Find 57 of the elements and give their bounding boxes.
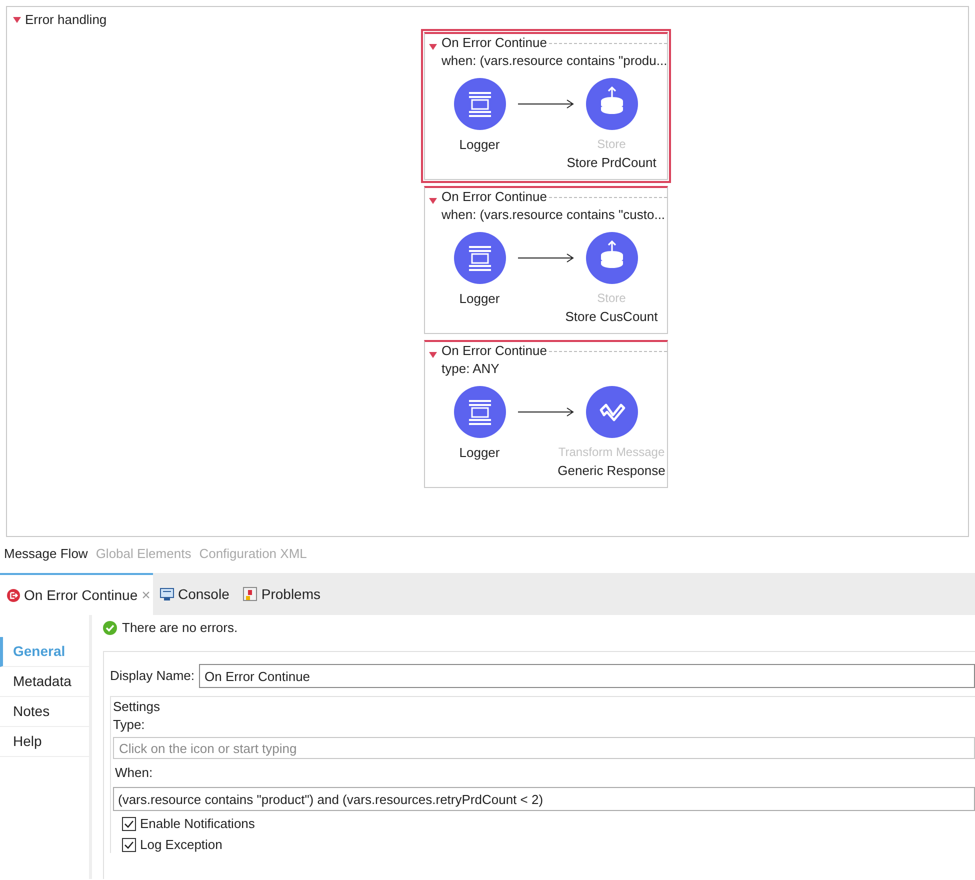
log-lines-icon — [454, 386, 506, 438]
scope-title: On Error Continue — [442, 342, 547, 360]
side-tab[interactable]: Help — [0, 727, 89, 757]
scope-condition: when: (vars.resource contains "custo... — [442, 206, 666, 224]
log-lines-icon — [454, 232, 506, 284]
flow-arrow — [518, 99, 574, 109]
view-tab[interactable]: On Error Continue × — [0, 573, 153, 615]
collapse-triangle-icon[interactable] — [428, 44, 436, 50]
step-label: Logger — [459, 290, 500, 307]
scope-title: On Error Continue — [442, 34, 547, 52]
collapse-triangle-icon[interactable] — [428, 198, 436, 204]
scope-frame[interactable]: On Error Continue type: ANY Logger Transform Message Generic Response — [420, 337, 670, 491]
database-icon — [586, 78, 638, 130]
side-tab[interactable]: Notes — [0, 697, 89, 727]
scope-frame[interactable]: On Error Continue when: (vars.resource contains "produ... Logger Store Store PrdCount — [420, 29, 670, 183]
field-label: Display Name: — [110, 668, 195, 684]
side-tab[interactable]: Metadata — [0, 667, 89, 697]
flow-arrow — [518, 407, 574, 417]
step-type: Store — [597, 290, 626, 306]
type-field[interactable]: Click on the icon or start typing — [113, 737, 975, 759]
checkbox-label: Log Exception — [140, 837, 222, 853]
field-label: Type: — [113, 717, 146, 733]
step-type: Store — [597, 136, 626, 152]
checkbox-label: Enable Notifications — [140, 816, 255, 832]
section-title: Error handling — [25, 11, 107, 30]
collapse-triangle-icon[interactable] — [428, 352, 436, 358]
scope-frame[interactable]: On Error Continue when: (vars.resource contains "custo... Logger Store Store CusCount — [420, 183, 670, 337]
log-lines-icon — [454, 78, 506, 130]
step-label: Generic Response — [558, 462, 666, 479]
view-tab[interactable]: Problems — [236, 573, 328, 615]
editor-tab[interactable]: Message Flow — [4, 544, 88, 564]
flow-arrow — [518, 253, 574, 263]
step-label: Store CusCount — [565, 308, 658, 325]
scope-title: On Error Continue — [442, 188, 547, 206]
checkmark-icon — [124, 841, 134, 849]
scope-condition: type: ANY — [442, 360, 500, 378]
view-tab[interactable]: Console — [153, 573, 236, 615]
group-title: Settings — [111, 699, 162, 715]
step-type: Transform Message — [558, 444, 665, 460]
problems-icon — [243, 587, 258, 601]
transform-icon — [586, 386, 638, 438]
step-label: Logger — [459, 136, 500, 153]
display-name-field[interactable]: On Error Continue — [198, 664, 975, 688]
database-icon — [586, 232, 638, 284]
error-exit-icon — [7, 588, 20, 602]
field-label: When: — [114, 765, 154, 781]
when-field[interactable]: (vars.resource contains "product") and (vars.resources.retryPrdCount < 2) — [113, 787, 975, 811]
checkmark-icon — [124, 820, 134, 828]
step-label: Logger — [459, 444, 500, 461]
step-label: Store PrdCount — [566, 154, 656, 171]
checkbox[interactable] — [122, 817, 136, 831]
checkbox[interactable] — [122, 838, 136, 852]
status-message: There are no errors. — [122, 620, 238, 636]
scope-condition: when: (vars.resource contains "produ... — [442, 52, 666, 70]
success-check-icon — [103, 621, 117, 635]
collapse-triangle-icon[interactable] — [13, 17, 21, 23]
monitor-icon — [160, 588, 174, 600]
